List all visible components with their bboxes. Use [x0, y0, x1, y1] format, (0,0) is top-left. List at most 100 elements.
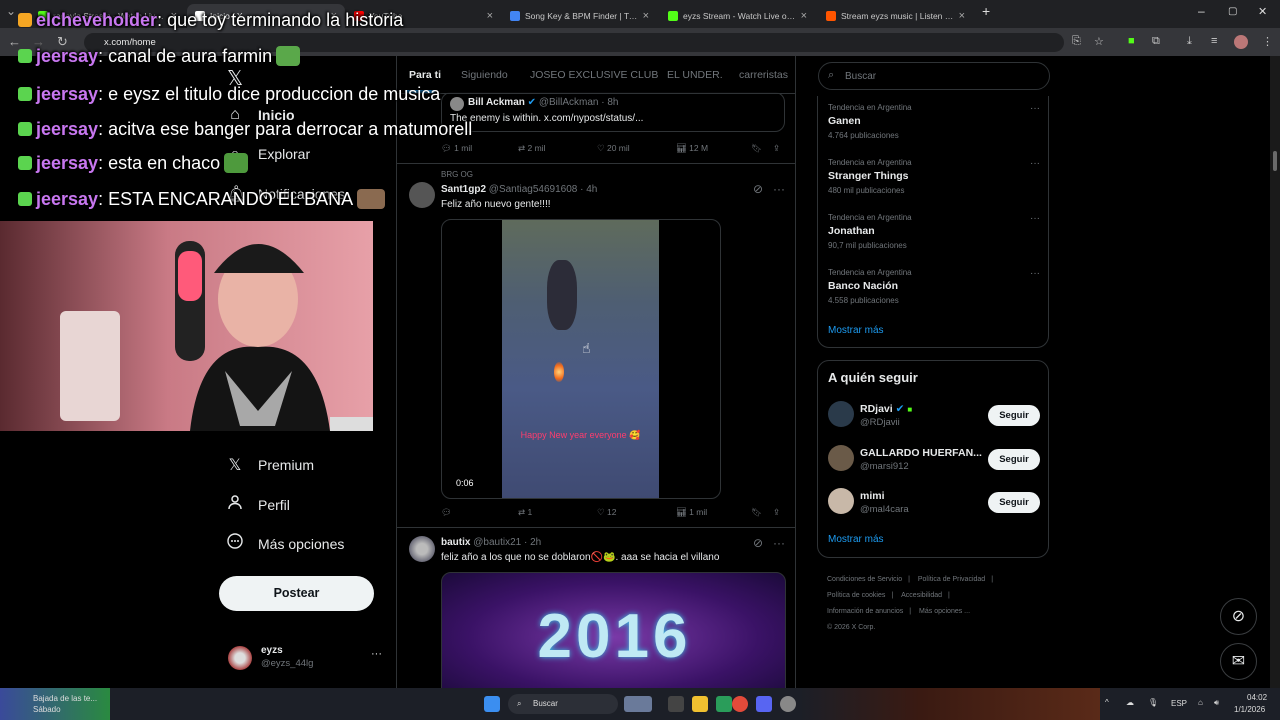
footer-link[interactable]: Accesibilidad — [901, 592, 942, 599]
tweet-bautix[interactable]: bautix @bautix21 · 2h ⊘ ··· feliz año a … — [397, 528, 795, 688]
footer-link[interactable]: Información de anuncios — [827, 608, 903, 615]
bookmark-star-icon[interactable]: ☆ — [1094, 35, 1104, 48]
grok-icon[interactable]: ⊘ — [753, 536, 763, 550]
tab-search-icon[interactable]: ⌄ — [6, 4, 16, 18]
new-tab-button[interactable]: + — [982, 3, 990, 19]
close-tab-icon[interactable]: × — [801, 10, 807, 22]
nav-item-perfil[interactable]: Perfil — [226, 494, 290, 515]
grok-button[interactable]: ⊘ — [1220, 598, 1257, 635]
follow-suggestion[interactable]: mimi @mal4cara Seguir — [828, 486, 1040, 526]
account-switcher[interactable]: eyzs @eyzs_44lg ··· — [228, 644, 388, 674]
tweet-video[interactable]: Happy New year everyone 🥰 0:06 — [441, 219, 721, 499]
follow-suggestion[interactable]: RDjavi ✔ ■ @RDjavii Seguir — [828, 399, 1040, 439]
microphone-icon[interactable]: 🎙︎ — [1148, 698, 1158, 707]
more-dots-icon[interactable]: ··· — [1030, 103, 1040, 114]
close-tab-icon[interactable]: × — [643, 10, 649, 22]
tweet-santi[interactable]: BRG OG Sant1gp2 @Santiag54691608 · 4h ⊘ … — [397, 164, 795, 528]
maximize-button[interactable]: ▢ — [1228, 6, 1237, 17]
close-tab-icon[interactable]: × — [959, 10, 965, 22]
install-app-icon[interactable]: ⎘ — [1072, 35, 1081, 48]
like-button[interactable]: ♡ 12 — [597, 507, 616, 518]
close-window-button[interactable]: ✕ — [1258, 5, 1267, 18]
tab-joseo-exclusive-club[interactable]: JOSEO EXCLUSIVE CLUB — [530, 69, 658, 81]
task-view-icon[interactable] — [668, 696, 684, 712]
windows-start-icon[interactable] — [484, 696, 500, 712]
repost-button[interactable]: ⇄ 1 — [518, 507, 532, 518]
repost-button[interactable]: ⇄ 2 mil — [518, 143, 545, 154]
nav-item-mas-opciones[interactable]: Más opciones — [226, 533, 344, 554]
tray-chevron-icon[interactable]: ^ — [1105, 698, 1109, 707]
profile-avatar-icon[interactable] — [1234, 35, 1248, 49]
clock-time[interactable]: 04:02 — [1247, 693, 1267, 702]
trend-item[interactable]: Tendencia en Argentina Ganen 4.764 publi… — [828, 103, 1040, 149]
views-button[interactable]: 📊︎ 1 mil — [676, 507, 707, 518]
search-input[interactable]: ⌕ Buscar — [818, 62, 1050, 90]
footer-link[interactable]: Condiciones de Servicio — [827, 576, 902, 583]
tab-siguiendo[interactable]: Siguiendo — [461, 69, 508, 81]
close-tab-icon[interactable]: × — [487, 10, 493, 22]
soundcloud-favicon-icon — [826, 11, 836, 21]
more-dots-icon[interactable]: ··· — [1030, 268, 1040, 279]
messages-button[interactable]: ✉ — [1220, 643, 1257, 680]
post-button[interactable]: Postear — [219, 576, 374, 611]
bookmark-icon[interactable]: 🔖︎ — [751, 143, 762, 154]
chrome-icon[interactable] — [732, 696, 748, 712]
follow-button[interactable]: Seguir — [988, 449, 1040, 470]
chat-message: elcheveholder: que toy terminando la his… — [18, 10, 403, 31]
weather-widget[interactable]: Bajada de las te... Sábado — [0, 688, 110, 720]
share-icon[interactable]: ⇪ — [773, 143, 780, 154]
browser-menu-icon[interactable]: ⋮ — [1262, 35, 1273, 48]
bookmark-icon[interactable]: 🔖︎ — [751, 507, 762, 518]
more-dots-icon[interactable]: ··· — [773, 182, 785, 196]
browser-tab-soundcloud[interactable]: Stream eyzs music | Listen to so × — [818, 4, 973, 28]
footer-link[interactable]: Más opciones ... — [919, 608, 970, 615]
reply-button[interactable]: 💬︎ 1 mil — [441, 143, 472, 154]
nav-item-premium[interactable]: 𝕏 Premium — [226, 455, 314, 475]
more-dots-icon[interactable]: ··· — [1030, 213, 1040, 224]
tab-carreristas[interactable]: carreristas — [739, 69, 788, 81]
network-icon[interactable]: ⌂ — [1198, 698, 1203, 707]
browser-tab-kick-eyzs[interactable]: eyzs Stream - Watch Live on Ki × — [660, 4, 815, 28]
trend-item[interactable]: Tendencia en Argentina Jonathan 90,7 mil… — [828, 213, 1040, 259]
more-dots-icon[interactable]: ··· — [773, 536, 785, 550]
language-indicator[interactable]: ESP — [1171, 699, 1187, 708]
quoted-tweet[interactable]: Bill Ackman ✔ @BillAckman · 8h The enemy… — [441, 92, 785, 132]
trend-item[interactable]: Tendencia en Argentina Stranger Things 4… — [828, 158, 1040, 204]
spotify-icon[interactable] — [716, 696, 732, 712]
trend-title: Ganen — [828, 115, 861, 127]
obs-icon[interactable] — [780, 696, 796, 712]
reply-button[interactable]: 💬︎ — [441, 507, 452, 518]
footer-link[interactable]: Política de cookies — [827, 592, 885, 599]
follow-button[interactable]: Seguir — [988, 405, 1040, 426]
volume-icon[interactable]: 🔊︎ — [1214, 698, 1219, 708]
copilot-icon[interactable] — [624, 696, 652, 712]
tweet-text: The enemy is within. x.com/nypost/status… — [450, 113, 644, 124]
follow-button[interactable]: Seguir — [988, 492, 1040, 513]
media-control-icon[interactable]: ≡ — [1211, 35, 1217, 47]
minimize-button[interactable]: – — [1198, 4, 1205, 18]
follow-suggestion[interactable]: GALLARDO HUERFAN... @marsi912 Seguir — [828, 443, 1040, 483]
tab-el-under[interactable]: EL UNDER. — [667, 69, 723, 81]
tweet-image[interactable]: 2016 — [441, 572, 786, 688]
clock-date[interactable]: 1/1/2026 — [1234, 705, 1265, 714]
extension-kick-icon[interactable]: ■ — [1128, 35, 1135, 47]
more-dots-icon[interactable]: ··· — [1030, 158, 1040, 169]
trend-item[interactable]: Tendencia en Argentina Banco Nación 4.55… — [828, 268, 1040, 314]
like-button[interactable]: ♡ 20 mil — [597, 143, 630, 154]
show-more-trends-link[interactable]: Mostrar más — [828, 325, 884, 336]
views-button[interactable]: 📊︎ 12 M — [676, 143, 708, 154]
discord-icon[interactable] — [756, 696, 772, 712]
tray-cloud-icon[interactable]: ☁ — [1126, 698, 1134, 707]
taskbar-search[interactable]: ⌕ Buscar — [508, 694, 618, 714]
show-more-follow-link[interactable]: Mostrar más — [828, 534, 884, 545]
page-scrollbar[interactable] — [1270, 56, 1280, 688]
tab-para-ti[interactable]: Para ti — [409, 69, 441, 81]
footer-link[interactable]: Política de Privacidad — [918, 576, 985, 583]
grok-icon[interactable]: ⊘ — [753, 182, 763, 196]
file-explorer-icon[interactable] — [692, 696, 708, 712]
share-icon[interactable]: ⇪ — [773, 507, 780, 518]
extensions-puzzle-icon[interactable]: ⧉ — [1152, 35, 1160, 48]
scrollbar-thumb[interactable] — [1273, 151, 1277, 171]
browser-tab-tunebat[interactable]: Song Key & BPM Finder | Tunel × — [502, 4, 657, 28]
download-icon[interactable]: ⤓ — [1187, 35, 1192, 48]
